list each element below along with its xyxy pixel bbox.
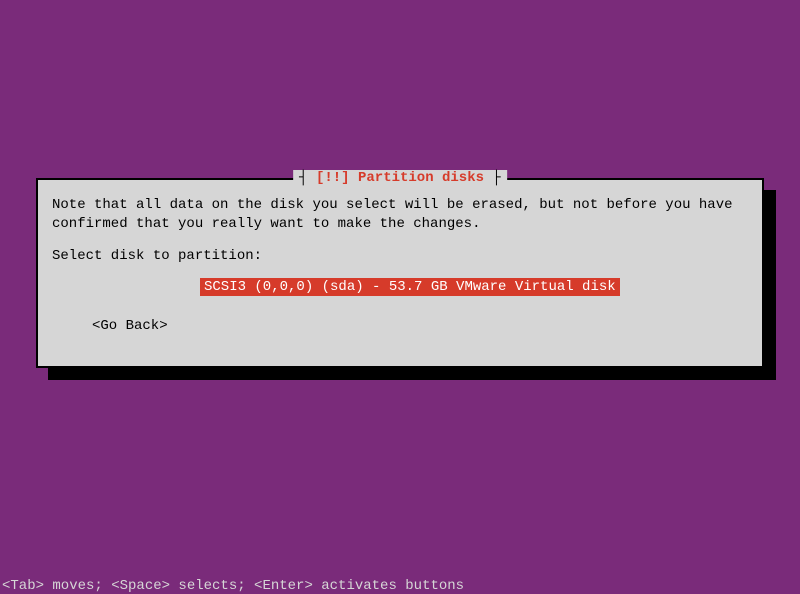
title-frame-left: ┤	[299, 170, 316, 186]
disk-list: SCSI3 (0,0,0) (sda) - 53.7 GB VMware Vir…	[52, 278, 748, 296]
title-space	[350, 170, 358, 186]
dialog-title: ┤ [!!] Partition disks ├	[293, 170, 507, 186]
title-prefix: [!!]	[316, 170, 350, 186]
footer-hint: <Tab> moves; <Space> selects; <Enter> ac…	[2, 578, 464, 594]
go-back-button[interactable]: <Go Back>	[92, 318, 168, 334]
prompt-text: Select disk to partition:	[52, 248, 748, 264]
disk-option-sda[interactable]: SCSI3 (0,0,0) (sda) - 53.7 GB VMware Vir…	[200, 278, 620, 296]
instruction-text: Note that all data on the disk you selec…	[52, 196, 748, 234]
title-text: Partition disks	[358, 170, 484, 186]
dialog-body: Note that all data on the disk you selec…	[38, 180, 762, 344]
partition-dialog: ┤ [!!] Partition disks ├ Note that all d…	[36, 178, 764, 368]
goback-row: <Go Back>	[52, 318, 748, 334]
title-frame-right: ├	[484, 170, 501, 186]
